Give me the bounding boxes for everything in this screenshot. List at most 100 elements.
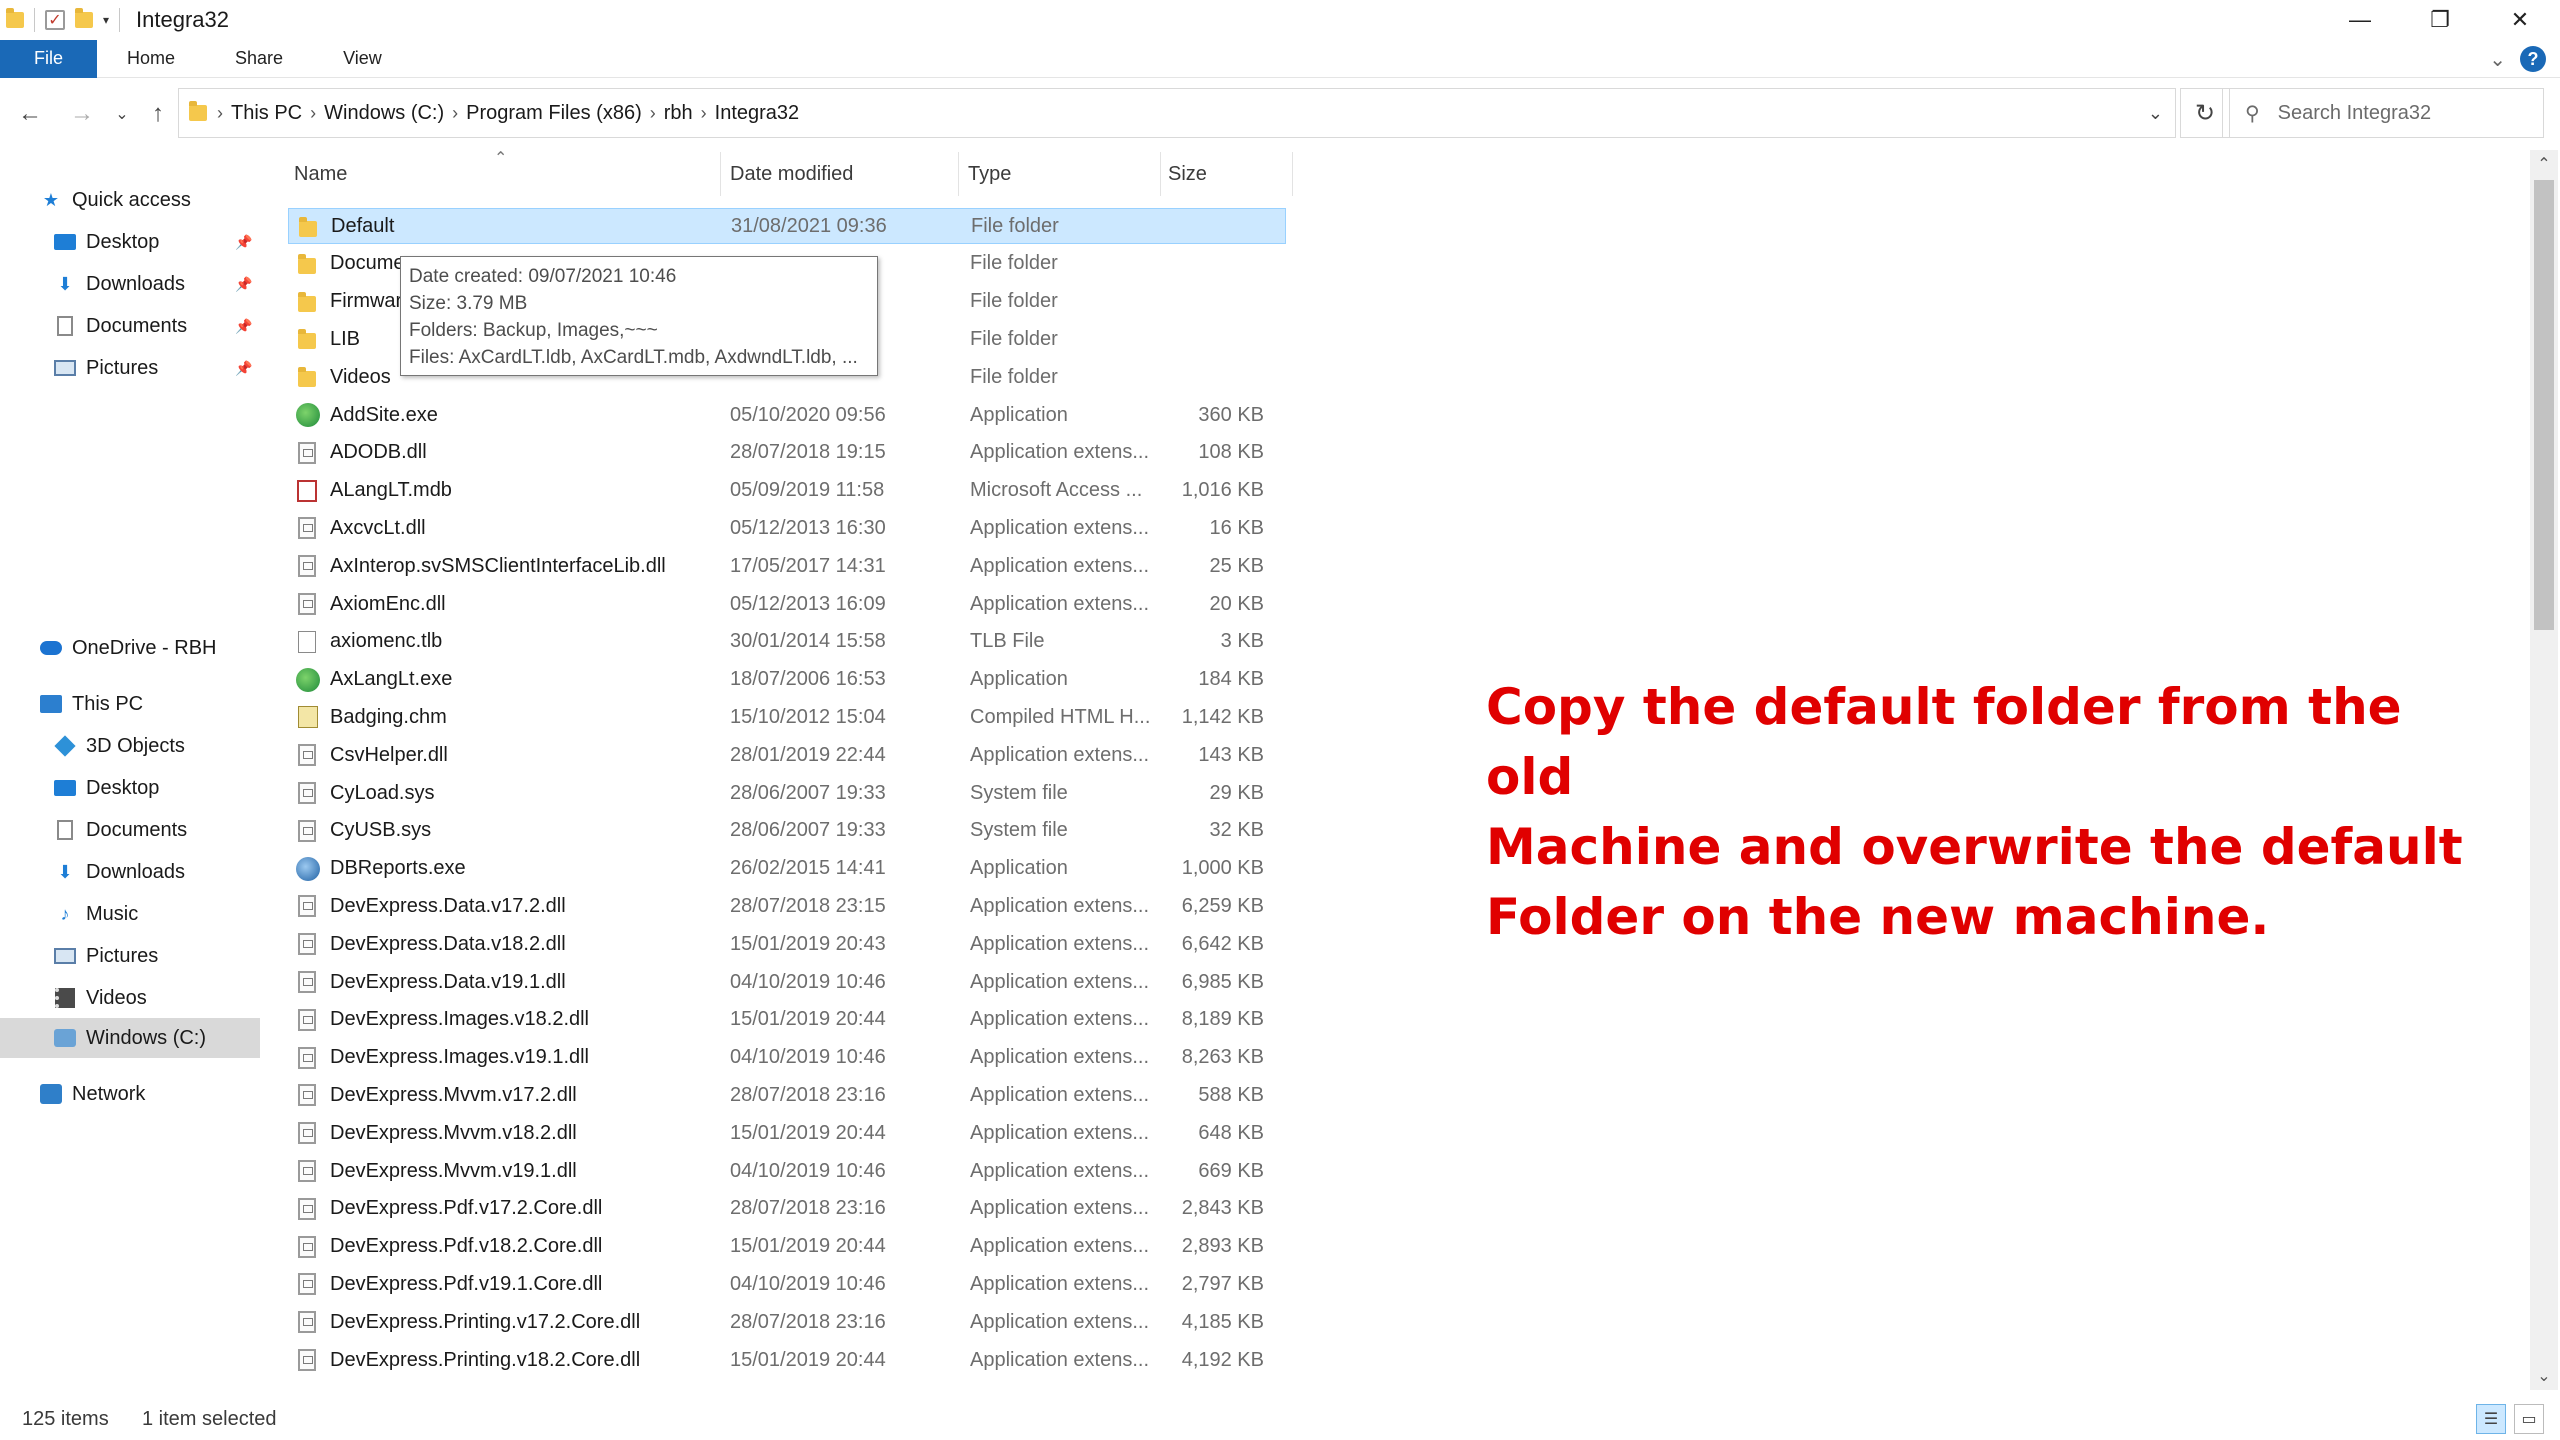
pin-icon[interactable]: 📌: [235, 318, 252, 335]
column-divider[interactable]: [1292, 152, 1293, 196]
file-row[interactable]: AxiomEnc.dll 05/12/2013 16:09 Application …: [288, 586, 1288, 622]
help-icon[interactable]: ?: [2520, 46, 2546, 72]
file-name: DevExpress.Pdf.v18.2.Core.dll: [330, 1235, 603, 1258]
sidebar-item-desktop[interactable]: Desktop: [54, 224, 260, 260]
file-row[interactable]: DevExpress.Mvvm.v19.1.dll 04/10/2019 10:4…: [288, 1153, 1288, 1189]
file-row[interactable]: AxcvcLt.dll 05/12/2013 16:30 Application e…: [288, 510, 1288, 546]
file-row[interactable]: DevExpress.Images.v19.1.dll 04/10/2019 10…: [288, 1040, 1288, 1076]
column-header-type[interactable]: Type: [968, 152, 1011, 196]
close-button[interactable]: ✕: [2480, 0, 2560, 40]
sort-ascending-icon: ⌃: [494, 150, 508, 167]
chevron-right-icon[interactable]: ›: [217, 103, 223, 124]
file-row[interactable]: AddSite.exe 05/10/2020 09:56 Application 36…: [288, 397, 1288, 433]
file-row[interactable]: DevExpress.Mvvm.v17.2.dll 28/07/2018 23:1…: [288, 1077, 1288, 1113]
chevron-down-icon[interactable]: ⌄: [2148, 103, 2163, 124]
file-row[interactable]: DevExpress.Images.v18.2.dll 15/01/2019 20…: [288, 1002, 1288, 1038]
file-row[interactable]: ADODB.dll 28/07/2018 19:15 Application ext…: [288, 435, 1288, 471]
properties-icon[interactable]: ✓: [45, 10, 65, 30]
file-row[interactable]: DevExpress.Data.v19.1.dll 04/10/2019 10:4…: [288, 964, 1288, 1000]
up-button[interactable]: ↑: [140, 94, 176, 134]
file-row[interactable]: DevExpress.Printing.v17.2.Core.dll 28/07/…: [288, 1304, 1288, 1340]
restore-button[interactable]: ❐: [2400, 0, 2480, 40]
sidebar-item-quick-access[interactable]: ★ Quick access: [40, 182, 191, 218]
column-header-name[interactable]: Name: [294, 152, 347, 196]
tab-home[interactable]: Home: [97, 40, 205, 78]
sidebar-item-videos[interactable]: Videos: [54, 980, 147, 1016]
search-input[interactable]: ⚲ Search Integra32: [2222, 88, 2544, 138]
file-row[interactable]: Default 31/08/2021 09:36 File folder: [288, 208, 1286, 244]
sidebar-item-network[interactable]: Network: [40, 1076, 145, 1112]
breadcrumb-windows-c[interactable]: Windows (C:): [324, 102, 444, 125]
file-row[interactable]: AxInterop.svSMSClientInterfaceLib.dll 17/…: [288, 548, 1288, 584]
sidebar-item-3d-objects[interactable]: 3D Objects: [54, 728, 185, 764]
new-folder-icon[interactable]: [75, 8, 93, 28]
scroll-thumb[interactable]: [2534, 180, 2554, 630]
sidebar-item-pc-downloads[interactable]: ⬇ Downloads: [54, 854, 185, 890]
chevron-right-icon[interactable]: ›: [452, 103, 458, 124]
sidebar-item-documents[interactable]: Documents: [54, 308, 187, 344]
customize-toolbar-icon[interactable]: ▾: [103, 13, 109, 27]
pin-icon[interactable]: 📌: [235, 234, 252, 251]
file-row[interactable]: CsvHelper.dll 28/01/2019 22:44 Application…: [288, 737, 1288, 773]
pin-icon[interactable]: 📌: [235, 276, 252, 293]
file-row[interactable]: DevExpress.Data.v18.2.dll 15/01/2019 20:4…: [288, 926, 1288, 962]
tab-file[interactable]: File: [0, 39, 98, 78]
column-header-size[interactable]: Size: [1168, 152, 1207, 196]
file-size: 1,016 KB: [1181, 479, 1264, 502]
breadcrumb-this-pc[interactable]: This PC: [231, 102, 302, 125]
file-row[interactable]: DevExpress.Pdf.v17.2.Core.dll 28/07/2018 …: [288, 1191, 1288, 1227]
column-divider[interactable]: [958, 152, 959, 196]
file-row[interactable]: DBReports.exe 26/02/2015 14:41 Application…: [288, 851, 1288, 887]
breadcrumb-integra32[interactable]: Integra32: [715, 102, 800, 125]
file-date-modified: 28/07/2018 23:16: [730, 1197, 886, 1220]
scroll-down-icon[interactable]: ⌄: [2530, 1362, 2558, 1390]
sidebar-item-pc-pictures[interactable]: Pictures: [54, 938, 158, 974]
column-header-date[interactable]: Date modified: [730, 152, 853, 196]
file-row[interactable]: ALangLT.mdb 05/09/2019 11:58 Microsoft Acc…: [288, 473, 1288, 509]
scroll-up-icon[interactable]: ⌃: [2530, 150, 2558, 178]
large-icons-view-icon[interactable]: ▭: [2514, 1404, 2544, 1434]
file-row[interactable]: AxLangLt.exe 18/07/2006 16:53 Application 1…: [288, 662, 1288, 698]
back-button[interactable]: ←: [12, 94, 48, 134]
tab-view[interactable]: View: [313, 40, 412, 78]
sidebar-item-music[interactable]: ♪ Music: [54, 896, 139, 932]
file-row[interactable]: DevExpress.Pdf.v18.2.Core.dll 15/01/2019 …: [288, 1229, 1288, 1265]
file-row[interactable]: axiomenc.tlb 30/01/2014 15:58 TLB File 3 KB: [288, 624, 1288, 660]
file-type: Application extens...: [970, 1348, 1149, 1371]
file-row[interactable]: DevExpress.Pdf.v19.1.Core.dll 04/10/2019 …: [288, 1266, 1288, 1302]
file-row[interactable]: DevExpress.Data.v17.2.dll 28/07/2018 23:1…: [288, 888, 1288, 924]
sidebar-item-downloads[interactable]: ⬇ Downloads: [54, 266, 185, 302]
details-view-icon[interactable]: ☰: [2476, 1404, 2506, 1434]
sidebar-item-this-pc[interactable]: This PC: [40, 686, 143, 722]
sidebar-item-onedrive[interactable]: OneDrive - RBH: [40, 630, 216, 666]
chevron-right-icon[interactable]: ›: [650, 103, 656, 124]
forward-button[interactable]: →: [64, 94, 100, 134]
address-bar[interactable]: › This PC › Windows (C:) › Program Files…: [178, 88, 2176, 138]
breadcrumb-rbh[interactable]: rbh: [664, 102, 693, 125]
file-size: 32 KB: [1209, 819, 1264, 842]
dll-icon: [298, 1349, 316, 1371]
chevron-right-icon[interactable]: ›: [701, 103, 707, 124]
tab-share[interactable]: Share: [205, 40, 313, 78]
sidebar-item-pc-documents[interactable]: Documents: [54, 812, 187, 848]
chevron-right-icon[interactable]: ›: [310, 103, 316, 124]
expand-ribbon-icon[interactable]: ⌄: [2489, 47, 2506, 72]
sidebar-item-pictures[interactable]: Pictures: [54, 350, 158, 386]
sidebar-item-pc-desktop[interactable]: Desktop: [54, 770, 159, 806]
file-row[interactable]: DevExpress.Mvvm.v18.2.dll 15/01/2019 20:4…: [288, 1115, 1288, 1151]
file-size: 2,843 KB: [1181, 1197, 1264, 1220]
column-divider[interactable]: [1160, 152, 1161, 196]
vertical-scrollbar[interactable]: ⌃ ⌄: [2530, 150, 2558, 1390]
file-row[interactable]: CyUSB.sys 28/06/2007 19:33 System file 32 K…: [288, 813, 1288, 849]
file-row[interactable]: DevExpress.Printing.v18.2.Core.dll 15/01/…: [288, 1342, 1288, 1378]
ribbon: File Home Share View ⌄ ?: [0, 39, 2560, 78]
file-row[interactable]: Badging.chm 15/10/2012 15:04 Compiled HTML…: [288, 699, 1288, 735]
file-row[interactable]: CyLoad.sys 28/06/2007 19:33 System file 29 …: [288, 775, 1288, 811]
sidebar-item-windows-c[interactable]: Windows (C:): [0, 1018, 260, 1058]
column-divider[interactable]: [720, 152, 721, 196]
pin-icon[interactable]: 📌: [235, 360, 252, 377]
breadcrumb-program-files[interactable]: Program Files (x86): [466, 102, 642, 125]
minimize-button[interactable]: —: [2320, 0, 2400, 40]
recent-locations-icon[interactable]: ⌄: [104, 94, 140, 134]
dll-icon: [298, 1160, 316, 1182]
